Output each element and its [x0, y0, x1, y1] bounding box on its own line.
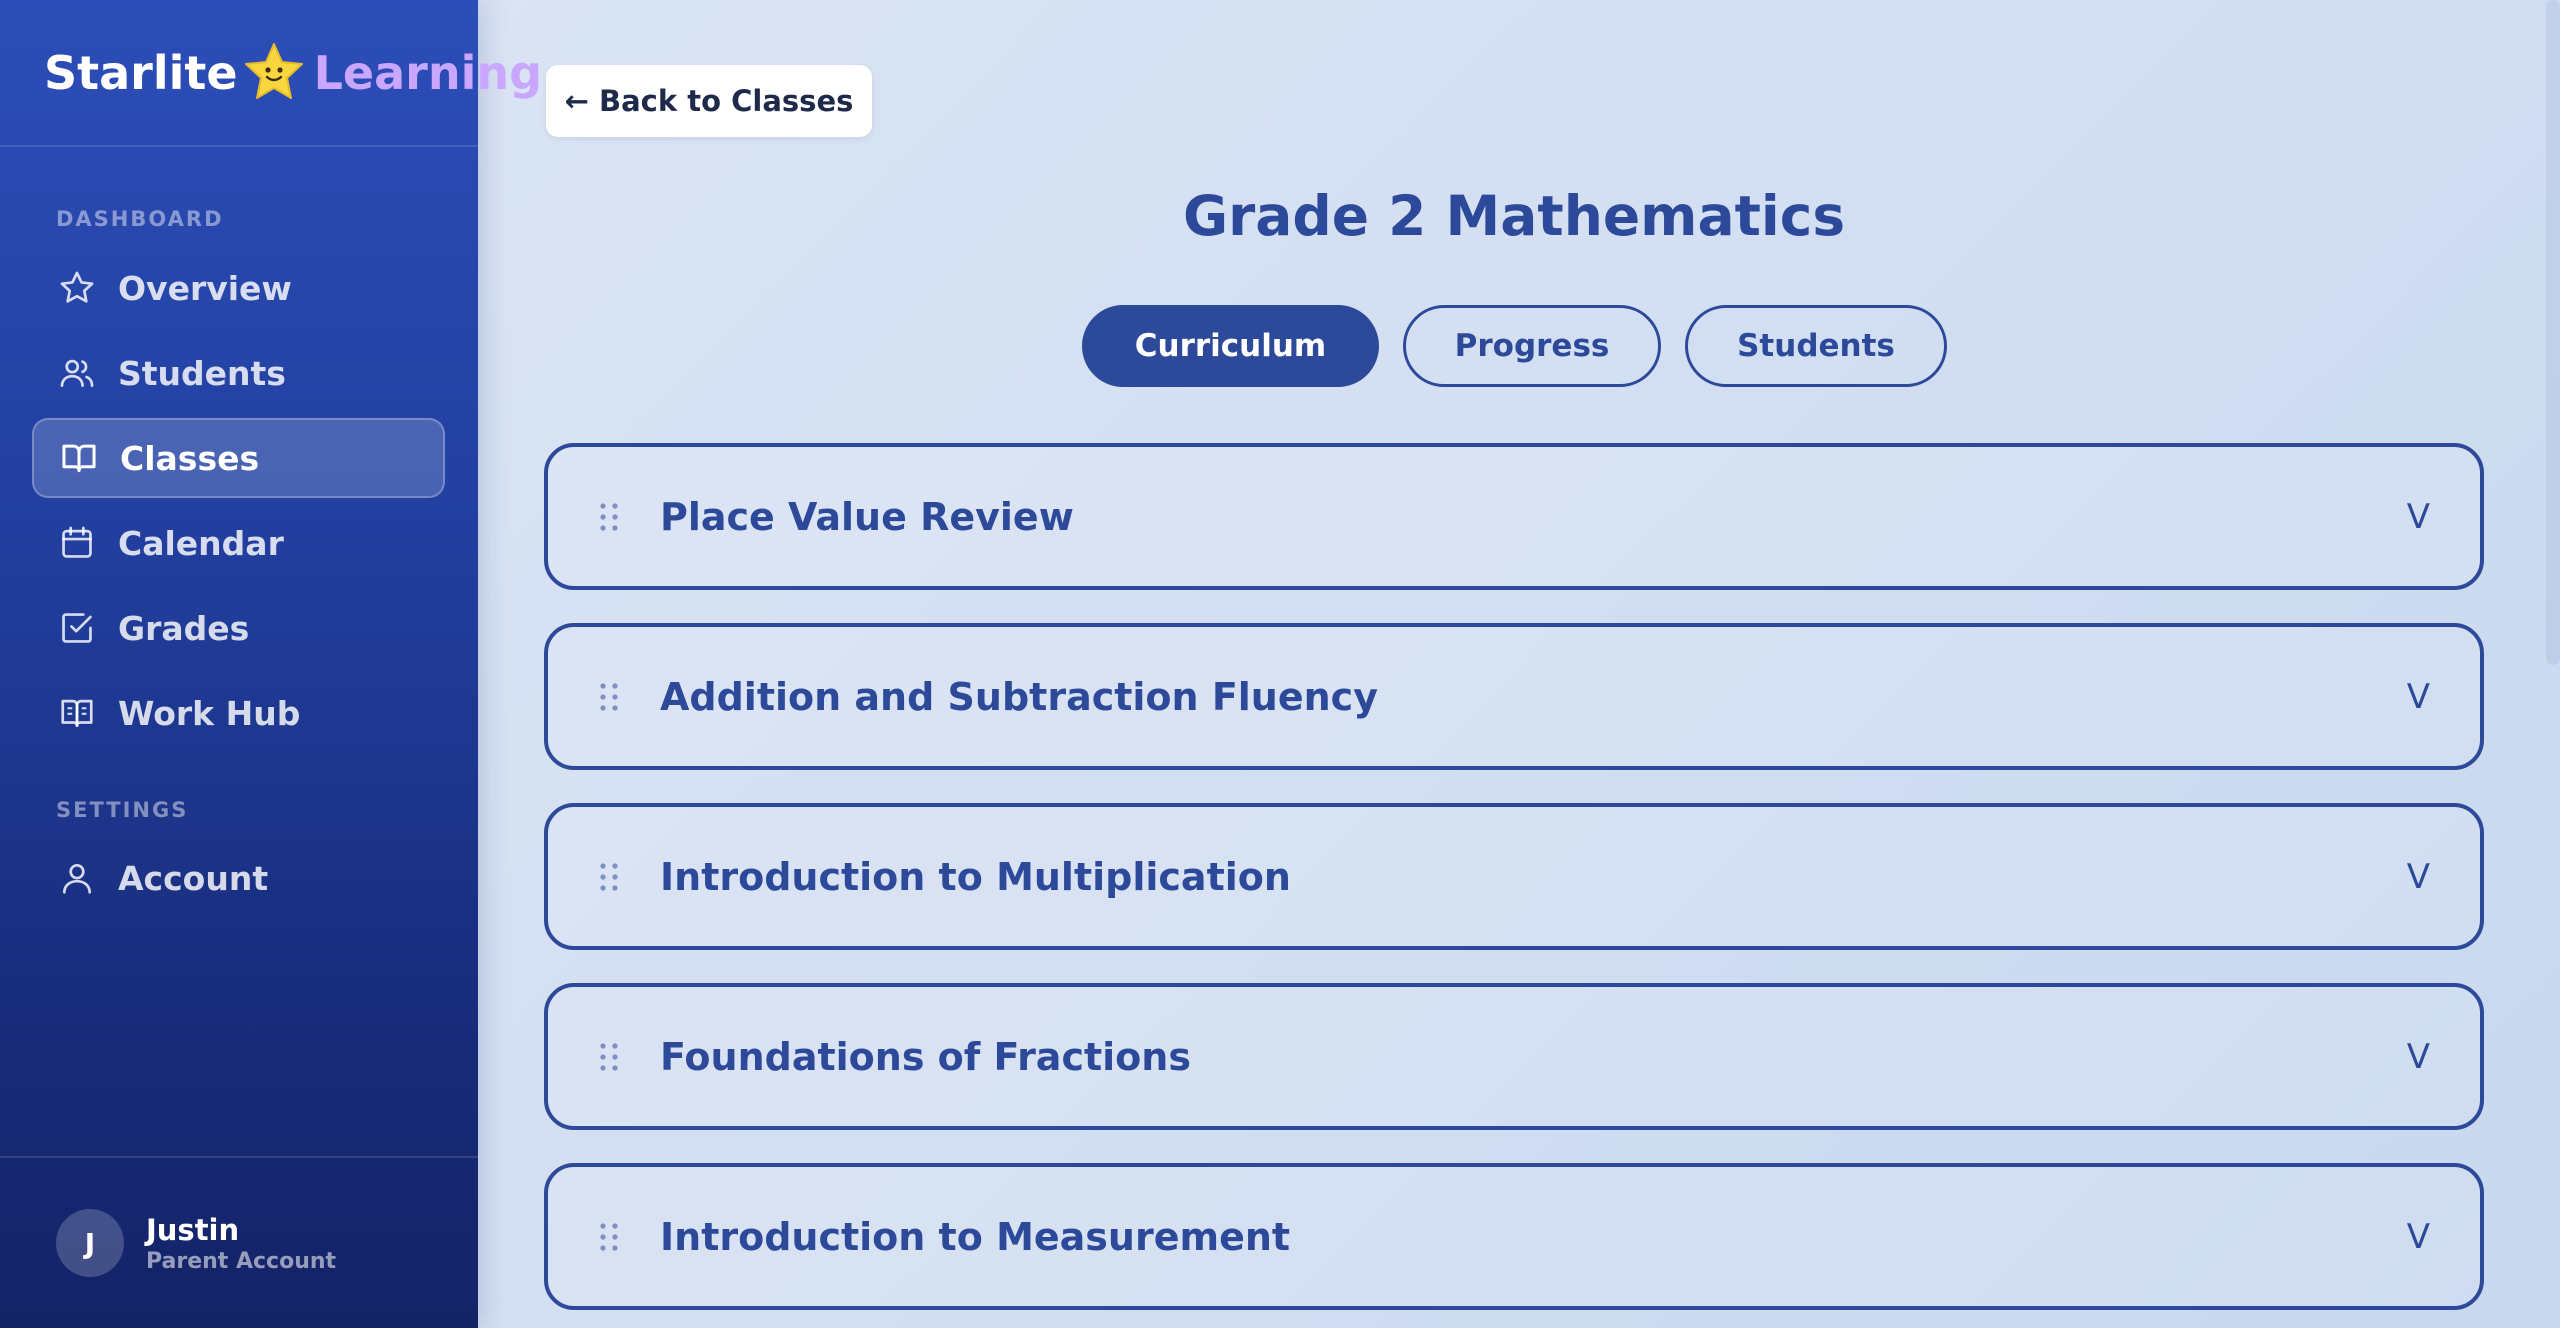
module-title: Introduction to Measurement: [660, 1214, 1291, 1259]
drag-handle-icon[interactable]: [598, 502, 626, 532]
module-card[interactable]: Place Value Review V: [544, 443, 2484, 590]
sidebar-item-work-hub[interactable]: Work Hub: [32, 673, 445, 753]
sidebar-item-grades[interactable]: Grades: [32, 588, 445, 668]
brand-name-part2: Learning: [313, 45, 543, 100]
tab-progress[interactable]: Progress: [1403, 305, 1661, 387]
module-card[interactable]: Introduction to Multiplication V: [544, 803, 2484, 950]
user-profile[interactable]: J Justin Parent Account: [0, 1156, 478, 1328]
tab-curriculum[interactable]: Curriculum: [1082, 305, 1379, 387]
module-card[interactable]: Foundations of Fractions V: [544, 983, 2484, 1130]
check-square-icon: [58, 609, 96, 647]
sidebar-item-label: Work Hub: [118, 693, 301, 733]
drag-handle-icon[interactable]: [598, 1042, 626, 1072]
brand-name-part1: Starlite: [44, 45, 238, 100]
tab-students[interactable]: Students: [1685, 305, 1947, 387]
chevron-down-icon[interactable]: V: [2407, 857, 2430, 897]
scrollbar[interactable]: [2546, 0, 2560, 665]
module-card[interactable]: Introduction to Measurement V: [544, 1163, 2484, 1310]
chevron-down-icon[interactable]: V: [2407, 497, 2430, 537]
chevron-down-icon[interactable]: V: [2407, 1217, 2430, 1257]
section-title-settings: SETTINGS: [56, 798, 189, 822]
sidebar-item-label: Grades: [118, 608, 250, 648]
sidebar-item-calendar[interactable]: Calendar: [32, 503, 445, 583]
user-name: Justin: [146, 1212, 240, 1247]
sidebar-item-label: Calendar: [118, 523, 284, 563]
avatar: J: [56, 1209, 124, 1277]
star-mascot-icon: [244, 42, 304, 104]
book-icon: [60, 439, 98, 477]
chevron-down-icon[interactable]: V: [2407, 677, 2430, 717]
drag-handle-icon[interactable]: [598, 682, 626, 712]
sidebar-item-label: Overview: [118, 268, 292, 308]
module-card[interactable]: Addition and Subtraction Fluency V: [544, 623, 2484, 770]
sidebar-item-classes[interactable]: Classes: [32, 418, 445, 498]
tab-bar: Curriculum Progress Students: [0, 305, 2560, 387]
star-icon: [58, 269, 96, 307]
module-title: Introduction to Multiplication: [660, 854, 1291, 899]
drag-handle-icon[interactable]: [598, 862, 626, 892]
brand-logo[interactable]: Starlite Learning: [0, 0, 542, 147]
open-book-icon: [58, 694, 96, 732]
page-title: Grade 2 Mathematics: [1182, 184, 1846, 248]
module-title: Addition and Subtraction Fluency: [660, 674, 1378, 719]
sidebar-item-label: Account: [118, 858, 269, 898]
sidebar: Starlite Learning DASHBOARD Overview Stu…: [0, 0, 542, 1328]
module-title: Foundations of Fractions: [660, 1034, 1191, 1079]
user-info: Justin Parent Account: [146, 1213, 336, 1274]
calendar-icon: [58, 524, 96, 562]
drag-handle-icon[interactable]: [598, 1222, 626, 1252]
sidebar-item-account[interactable]: Account: [32, 838, 445, 918]
chevron-down-icon[interactable]: V: [2407, 1037, 2430, 1077]
module-title: Place Value Review: [660, 494, 1074, 539]
section-title-dashboard: DASHBOARD: [56, 207, 224, 231]
back-to-classes-button[interactable]: ← Back to Classes: [546, 65, 872, 137]
user-icon: [58, 859, 96, 897]
user-role: Parent Account: [146, 1248, 337, 1274]
sidebar-item-label: Classes: [120, 438, 260, 478]
